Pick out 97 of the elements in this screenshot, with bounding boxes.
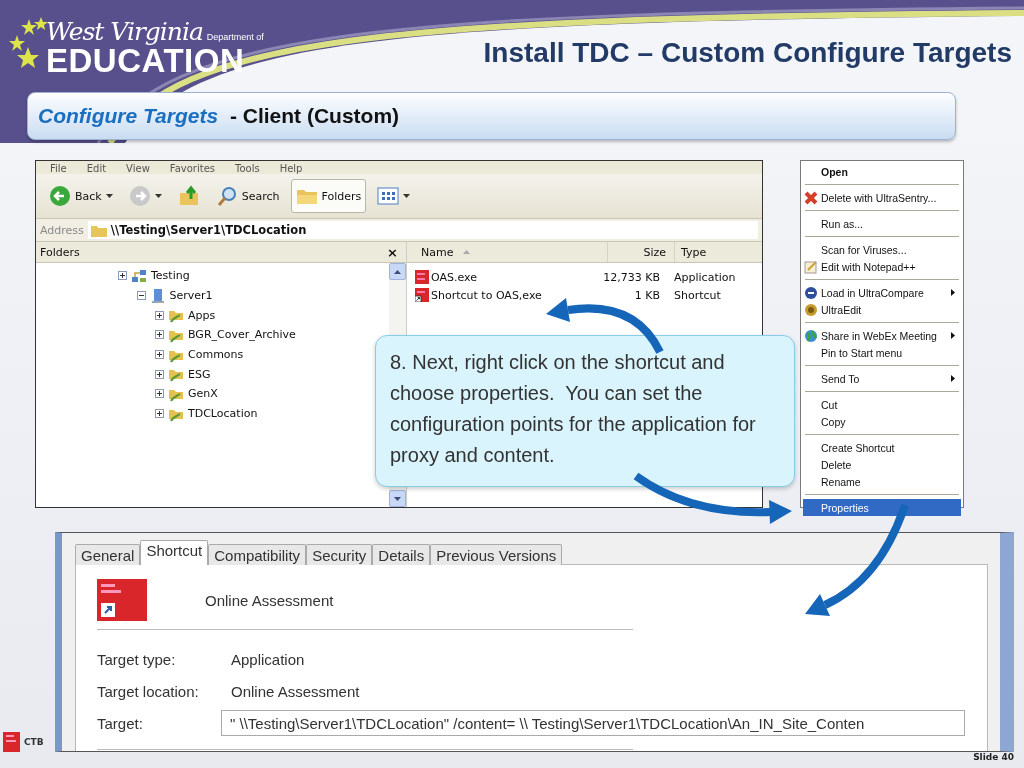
menu-item[interactable]: Run as... bbox=[803, 215, 961, 232]
app-name: Online Assessment bbox=[205, 591, 334, 609]
menu-item[interactable]: Send To bbox=[803, 370, 961, 387]
down-arrow-icon bbox=[394, 496, 401, 501]
callout-note: 8. Next, right click on the shortcut and choose properties. You can set the configuration points for the application for proxy and content. bbox=[375, 335, 795, 487]
file-size: 1 KB bbox=[634, 288, 660, 302]
tab[interactable]: General bbox=[75, 544, 141, 565]
menu-item[interactable]: Delete with UltraSentry... bbox=[803, 189, 961, 206]
menu-item[interactable]: Pin to Start menu bbox=[803, 344, 961, 361]
notepad-icon bbox=[804, 259, 818, 274]
up-arrow-icon bbox=[394, 269, 401, 274]
menu-item[interactable]: Cut bbox=[803, 396, 961, 413]
menu-item[interactable]: Tools bbox=[235, 163, 260, 174]
caret-icon bbox=[154, 194, 162, 198]
tab[interactable]: Security bbox=[306, 544, 373, 565]
tree-item[interactable]: GenX bbox=[188, 387, 218, 401]
menu-item[interactable]: Share in WebEx Meeting bbox=[803, 327, 961, 344]
file-name[interactable]: OAS.exe bbox=[431, 270, 477, 284]
expander-icon[interactable] bbox=[155, 330, 164, 340]
app-shortcut-icon bbox=[97, 579, 147, 621]
menu-item[interactable]: Properties bbox=[803, 499, 961, 516]
field-label: Target type: bbox=[97, 650, 177, 668]
brand-text: CTB bbox=[24, 737, 44, 747]
back-button[interactable]: Back bbox=[44, 179, 118, 213]
menu-item[interactable]: Create Shortcut bbox=[803, 439, 961, 456]
logo-wordmark: EDUCATION bbox=[46, 45, 245, 76]
logo-department-text: Department of bbox=[206, 31, 264, 42]
menu-item[interactable]: File bbox=[50, 163, 67, 174]
network-icon bbox=[131, 267, 147, 284]
file-name[interactable]: Shortcut to OAS,exe bbox=[431, 288, 542, 302]
server-icon bbox=[149, 287, 166, 304]
tab[interactable]: Details bbox=[372, 544, 431, 565]
scroll-up-button[interactable] bbox=[389, 263, 406, 280]
menu-item[interactable]: Edit with Notepad++ bbox=[803, 258, 961, 275]
field-value: Application bbox=[231, 650, 305, 668]
folder-icon bbox=[90, 223, 107, 237]
file-type: Application bbox=[674, 270, 736, 284]
caret-icon bbox=[105, 194, 113, 198]
scroll-down-button[interactable] bbox=[389, 490, 406, 507]
tree-item[interactable]: BGR_Cover_Archive bbox=[188, 328, 296, 342]
compare-icon bbox=[804, 285, 818, 300]
target-field[interactable]: " \\Testing\Server1\TDCLocation" /content= \\ Testing\Server1\TDCLocation\An_IN_Site_Conten bbox=[221, 710, 965, 736]
address-field[interactable]: \\Testing\Server1\TDCLocation bbox=[87, 221, 758, 239]
tab[interactable]: Shortcut bbox=[140, 540, 209, 565]
tree-item[interactable]: Testing bbox=[151, 269, 190, 283]
menu-item[interactable]: UltraEdit bbox=[803, 301, 961, 318]
ultraedit-icon bbox=[804, 302, 818, 317]
expander-icon[interactable] bbox=[155, 350, 164, 360]
menu-item[interactable]: Edit bbox=[86, 163, 107, 174]
menu-item[interactable]: View bbox=[126, 163, 150, 174]
shortcut-icon bbox=[415, 288, 429, 302]
tree-item[interactable]: Commons bbox=[188, 348, 244, 362]
menu-item[interactable]: Open bbox=[803, 163, 961, 180]
subtitle-bar: Configure Targets - Client (Custom) bbox=[27, 92, 956, 140]
expander-icon[interactable] bbox=[136, 291, 146, 301]
tree-item[interactable]: Server1 bbox=[169, 289, 213, 303]
column-header[interactable]: Type bbox=[675, 242, 707, 262]
menu-item[interactable]: Load in UltraCompare bbox=[803, 284, 961, 301]
menu-item[interactable]: Favorites bbox=[169, 163, 215, 174]
tree-item[interactable]: TDCLocation bbox=[188, 407, 258, 421]
menu-item[interactable]: Rename bbox=[803, 473, 961, 490]
brand-logo-icon bbox=[3, 732, 20, 752]
search-button[interactable]: Search bbox=[210, 179, 285, 213]
expander-icon[interactable] bbox=[155, 310, 164, 320]
menu-item[interactable]: Scan for Viruses... bbox=[803, 241, 961, 258]
slide-title: Install TDC – Custom Configure Targets bbox=[483, 36, 1012, 69]
menu-item[interactable]: Delete bbox=[803, 456, 961, 473]
expander-icon[interactable] bbox=[118, 271, 127, 281]
file-size: 12,733 KB bbox=[603, 270, 660, 284]
folder-up-icon bbox=[177, 185, 200, 207]
address-label: Address bbox=[40, 223, 84, 237]
folders-button[interactable]: Folders bbox=[290, 179, 367, 213]
views-icon bbox=[377, 187, 400, 205]
tree-item[interactable]: Apps bbox=[188, 308, 216, 322]
field-value: Online Assessment bbox=[231, 682, 360, 700]
tab[interactable]: Compatibility bbox=[208, 544, 307, 565]
expander-icon[interactable] bbox=[155, 409, 164, 419]
delete-icon bbox=[804, 190, 818, 205]
close-button[interactable]: × bbox=[387, 244, 398, 260]
column-header[interactable]: Size bbox=[608, 242, 675, 262]
tab[interactable]: Previous Versions bbox=[430, 544, 563, 565]
file-type: Shortcut bbox=[674, 288, 721, 302]
globe-icon bbox=[804, 328, 818, 343]
caret-icon bbox=[403, 194, 411, 198]
logo-script-text: West Virginia bbox=[46, 16, 203, 46]
expander-icon[interactable] bbox=[155, 389, 164, 399]
field-label: Target location: bbox=[97, 682, 200, 700]
menu-item[interactable]: Help bbox=[279, 163, 303, 174]
column-header[interactable]: Name bbox=[407, 242, 608, 262]
application-icon bbox=[415, 270, 429, 284]
expander-icon[interactable] bbox=[155, 369, 164, 379]
pane-title: Folders bbox=[40, 245, 80, 259]
search-icon bbox=[215, 185, 238, 207]
field-label: Target: bbox=[97, 714, 144, 732]
menu-item[interactable]: Copy bbox=[803, 413, 961, 430]
slide-number: Slide 40 bbox=[973, 752, 1014, 762]
tree-item[interactable]: ESG bbox=[188, 367, 211, 381]
